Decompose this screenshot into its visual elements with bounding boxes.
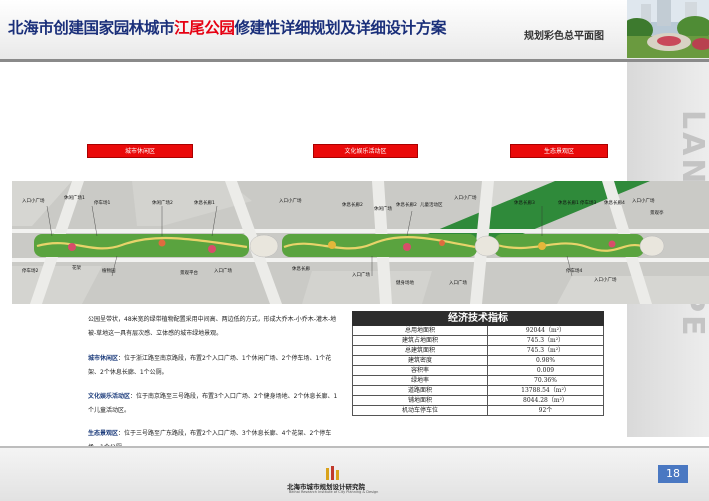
table-cell: 总用地面积 bbox=[353, 326, 488, 335]
page-title: 北海市创建国家园林城市江尾公园修建性详细规划及详细设计方案 bbox=[8, 16, 446, 38]
table-row: 建筑密度 0.98% bbox=[352, 356, 604, 366]
plan-label: 休息长廊4 bbox=[604, 201, 625, 206]
plan-label: 入口小广场 bbox=[632, 199, 655, 204]
description-zone2: 文化娱乐活动区：位于南京路至三号路段，布置3个入口广场、2个健身场地、2个休息长… bbox=[88, 390, 338, 418]
plan-label: 植物园 bbox=[102, 269, 116, 274]
page-subtitle: 规划彩色总平面图 bbox=[524, 31, 604, 42]
plan-label: 入口广场 bbox=[352, 273, 370, 278]
site-plan: 入口小广场 休闲广场1 停车场1 休闲广场2 休息长廊1 入口小广场 休息长廊2… bbox=[12, 181, 709, 304]
description-zone1: 城市休闲区：位于浙江路至南京路段，布置2个入口广场、1个休闲广场、2个停车场、1… bbox=[88, 352, 338, 380]
table-row: 容积率 0.009 bbox=[352, 366, 604, 376]
table-cell: 容积率 bbox=[353, 366, 488, 375]
table-row: 道路面积 13788.54（m²） bbox=[352, 386, 604, 396]
plan-label: 休闲广场1 bbox=[64, 196, 85, 201]
table-cell: 13788.54（m²） bbox=[521, 387, 570, 394]
table-cell: 建筑占地面积 bbox=[353, 336, 488, 345]
table-cell: 745.3（m²） bbox=[526, 337, 565, 344]
table-cell: 绿地率 bbox=[353, 376, 488, 385]
table-cell: 745.3（m²） bbox=[526, 347, 565, 354]
plan-label: 入口小广场 bbox=[279, 199, 302, 204]
econ-table: 总用地面积 92044（m²） 建筑占地面积 745.3（m²） 总建筑面积 745.… bbox=[352, 326, 604, 416]
plan-label: 休息长廊1 bbox=[194, 201, 215, 206]
plan-label: 休息长廊2 bbox=[342, 203, 363, 208]
plan-label: 休闲广场 bbox=[374, 207, 392, 212]
page-number: 18 bbox=[658, 465, 688, 483]
plan-label: 景观平台 bbox=[180, 271, 198, 276]
table-cell: 70.36% bbox=[534, 377, 557, 384]
table-cell: 92044（m²） bbox=[525, 327, 566, 334]
table-row: 总用地面积 92044（m²） bbox=[352, 326, 604, 336]
title-highlight: 江尾公园 bbox=[174, 19, 235, 37]
table-cell: 道路面积 bbox=[353, 386, 488, 395]
table-cell: 机动车停车位 bbox=[353, 406, 488, 415]
plan-label: 停车场3 bbox=[580, 201, 597, 206]
zone-label-culture: 文化娱乐活动区 bbox=[313, 144, 418, 158]
table-cell: 92个 bbox=[538, 407, 553, 414]
zone1-text: ：位于浙江路至南京路段，布置2个入口广场、1个休闲广场、2个停车场、1个花架、2… bbox=[88, 355, 332, 376]
zone2-title: 文化娱乐活动区 bbox=[88, 393, 131, 400]
zone-label-leisure: 城市休闲区 bbox=[87, 144, 193, 158]
zone1-title: 城市休闲区 bbox=[88, 355, 119, 362]
institute-name-en: Beihai Research Institute of City Planni… bbox=[289, 490, 379, 494]
table-cell: 0.98% bbox=[535, 357, 556, 364]
table-cell: 建筑密度 bbox=[353, 356, 488, 365]
plan-label: 休息长廊3 bbox=[514, 201, 535, 206]
plan-label: 停车场1 bbox=[94, 201, 111, 206]
table-row: 机动车停车位 92个 bbox=[352, 406, 604, 416]
table-row: 绿地率 70.36% bbox=[352, 376, 604, 386]
plan-label: 停车场2 bbox=[22, 269, 39, 274]
description-intro: 公园呈带状，48米宽的绿带植物配置采用中间高、两边低的方式，形成大乔木-小乔木-… bbox=[88, 316, 337, 337]
table-cell: 铺地面积 bbox=[353, 396, 488, 405]
table-row: 总建筑面积 745.3（m²） bbox=[352, 346, 604, 356]
table-cell: 8044.28（m²） bbox=[523, 397, 568, 404]
plan-label: 停车场4 bbox=[566, 269, 583, 274]
park-photo bbox=[627, 0, 709, 58]
title-part: 北海市创建国家园林城市 bbox=[8, 19, 175, 37]
table-row: 铺地面积 8044.28（m²） bbox=[352, 396, 604, 406]
plan-label: 休息长廊1 bbox=[558, 201, 579, 206]
plan-label: 儿童活动区 bbox=[420, 203, 443, 208]
plan-label: 入口小广场 bbox=[594, 278, 617, 283]
plan-label: 景观亭 bbox=[650, 211, 664, 216]
title-part: 修建性详细规划及详细设计方案 bbox=[234, 19, 447, 37]
plan-label: 入口广场 bbox=[449, 281, 467, 286]
econ-table-title: 经济技术指标 bbox=[352, 311, 604, 326]
plan-label: 休息长廊 bbox=[292, 267, 310, 272]
plan-label: 入口小广场 bbox=[22, 199, 45, 204]
zone-label-ecology: 生态景观区 bbox=[510, 144, 608, 158]
table-row: 建筑占地面积 745.3（m²） bbox=[352, 336, 604, 346]
plan-label: 休闲广场2 bbox=[152, 201, 173, 206]
plan-label: 入口广场 bbox=[214, 269, 232, 274]
plan-label: 花架 bbox=[72, 266, 81, 271]
plan-label: 休息长廊2 bbox=[396, 203, 417, 208]
plan-label: 入口小广场 bbox=[454, 196, 477, 201]
table-cell: 总建筑面积 bbox=[353, 346, 488, 355]
zone3-title: 生态景观区 bbox=[88, 430, 119, 437]
plan-label: 健身场地 bbox=[396, 281, 414, 286]
table-cell: 0.009 bbox=[536, 367, 555, 374]
